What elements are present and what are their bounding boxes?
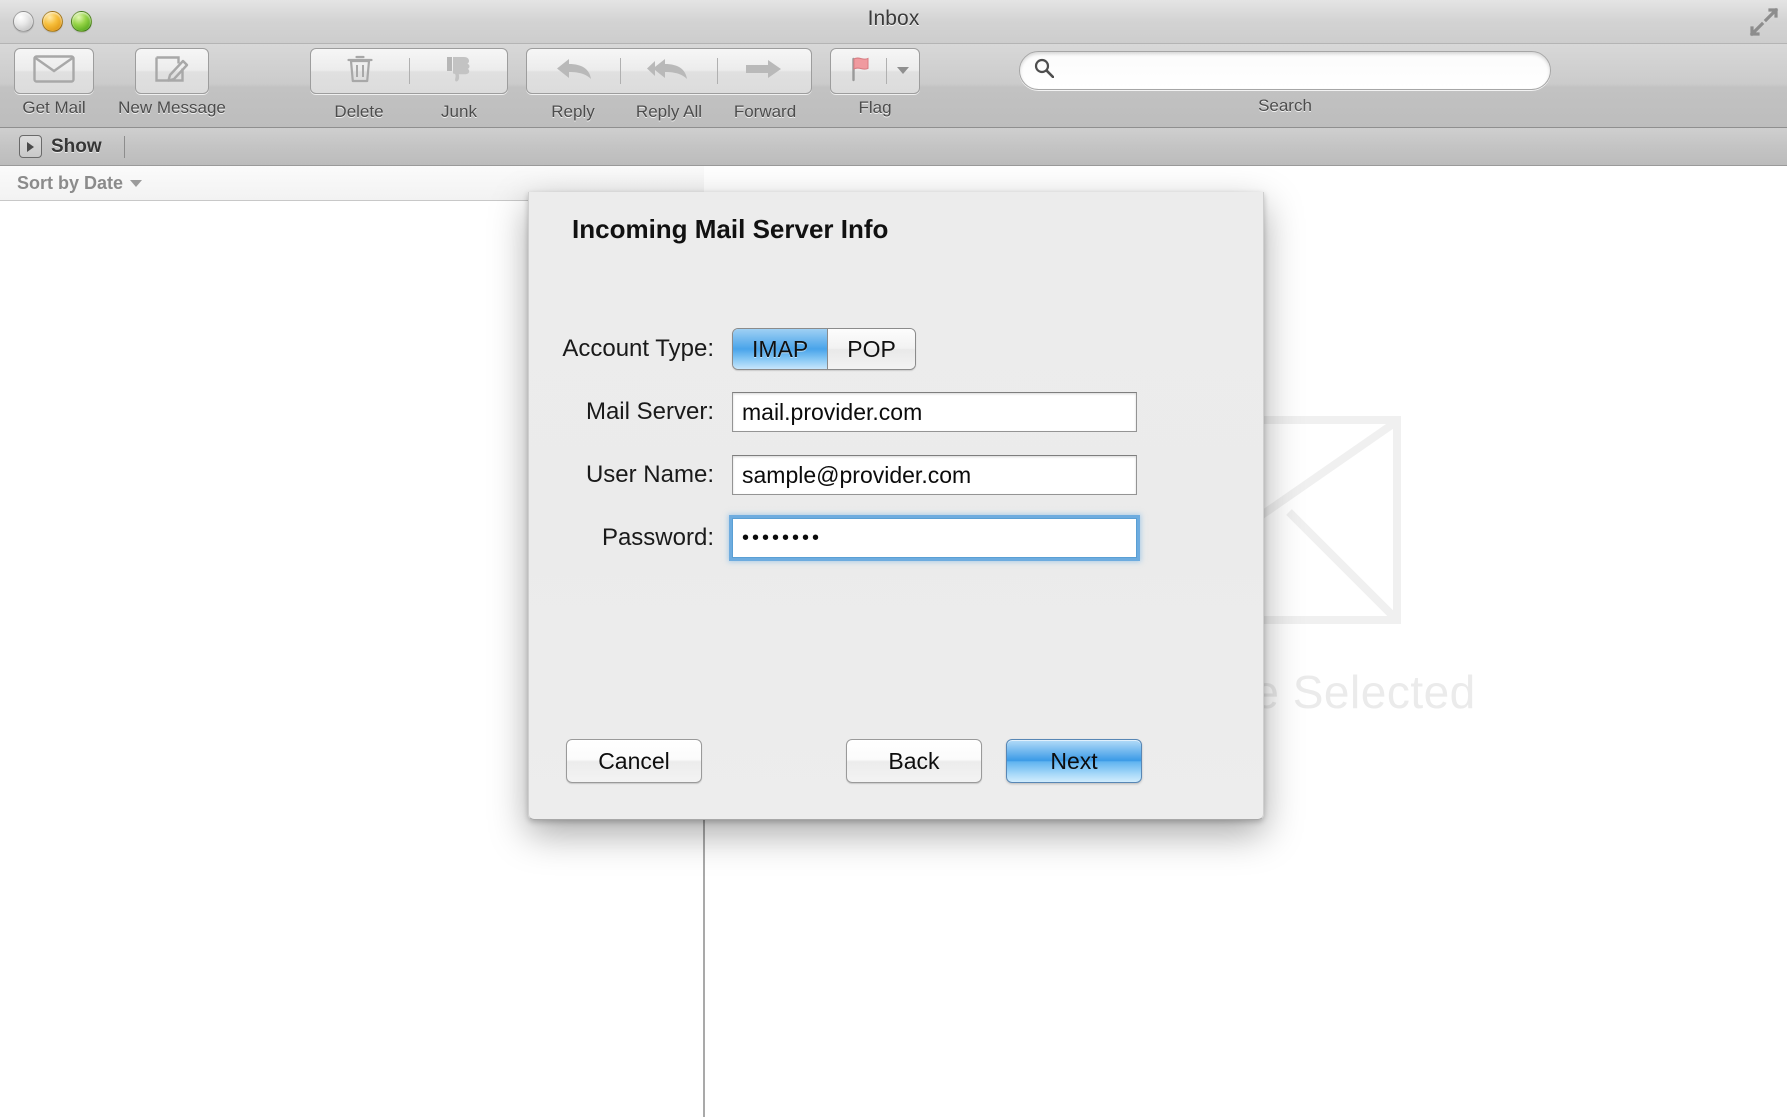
disclosure-triangle-icon [19,135,42,158]
account-type-label: Account Type: [562,335,714,362]
search-field[interactable] [1019,51,1551,90]
search-input[interactable] [1054,60,1550,81]
new-message-label: New Message [118,98,226,117]
toolbar-item-new-message[interactable]: New Message [108,48,236,118]
sort-by-button[interactable]: Sort by Date [17,172,143,194]
flag-label: Flag [858,98,892,117]
search-icon [1034,58,1055,83]
flag-button[interactable] [831,49,886,93]
incoming-mail-server-sheet: Incoming Mail Server Info Account Type: … [528,192,1264,820]
window-titlebar: Inbox [0,0,1787,44]
password-label: Password: [601,524,714,551]
mail-server-row: Mail Server: mail.provider.com [529,385,1265,439]
mail-server-input[interactable]: mail.provider.com [732,392,1137,432]
trash-icon [347,54,373,89]
show-bar: Show [0,128,1787,166]
next-button[interactable]: Next [1006,739,1142,783]
account-type-option-pop[interactable]: POP [827,329,915,369]
new-message-button[interactable] [135,48,209,94]
junk-button[interactable] [410,49,508,93]
back-button[interactable]: Back [846,739,982,783]
show-toggle-button[interactable]: Show [19,135,102,158]
forward-button[interactable] [718,49,811,93]
main-toolbar: Get Mail New Message Delete Junk Reply R… [0,44,1787,128]
user-name-row: User Name: sample@provider.com [529,448,1265,502]
get-mail-button[interactable] [14,48,94,94]
envelope-icon [33,54,75,88]
delete-label: Delete [334,102,384,121]
flag-menu-button[interactable] [887,49,919,93]
reply-arrow-icon [554,56,594,87]
forward-arrow-icon [744,57,784,86]
password-row: Password: •••••••• [529,511,1265,565]
mail-server-form: Account Type: IMAP POP Mail Server: mail… [529,322,1265,574]
toolbar-group-delete-junk: Delete Junk [310,48,508,121]
get-mail-label: Get Mail [22,98,86,117]
account-type-option-imap[interactable]: IMAP [733,329,828,369]
mail-server-label: Mail Server: [585,398,714,425]
window-title: Inbox [867,7,920,30]
thumbs-down-icon [443,54,473,89]
reply-label: Reply [551,102,595,121]
toolbar-group-reply: Reply Reply All Forward [526,48,812,121]
reply-all-button[interactable] [621,49,716,93]
reply-all-label: Reply All [635,102,703,121]
reply-all-arrow-icon [645,56,693,87]
toolbar-item-get-mail[interactable]: Get Mail [14,48,94,118]
show-label: Show [51,135,102,157]
password-input[interactable]: •••••••• [732,518,1137,558]
showbar-divider [123,135,125,158]
cancel-button[interactable]: Cancel [566,739,702,783]
mail-window: Inbox Get Mail New Message Delete Junk R… [0,0,1787,1117]
toolbar-item-flag[interactable]: Flag [830,48,920,118]
chevron-down-icon [896,62,910,80]
account-type-segmented-control[interactable]: IMAP POP [732,328,916,370]
account-type-row: Account Type: IMAP POP [529,322,1265,376]
junk-label: Junk [441,102,477,121]
user-name-input[interactable]: sample@provider.com [732,455,1137,495]
search-caption: Search [1258,96,1312,115]
password-dots: •••••••• [742,526,823,549]
flag-icon [844,54,874,89]
user-name-label: User Name: [585,461,714,488]
forward-label: Forward [733,102,797,121]
compose-pencil-icon [154,53,190,90]
delete-button[interactable] [311,49,409,93]
sort-by-label: Sort by Date [17,172,124,193]
fullscreen-arrows-icon[interactable] [1749,7,1779,37]
chevron-down-icon [130,179,143,187]
sheet-button-bar: Cancel Back Next [529,739,1265,783]
reply-button[interactable] [527,49,620,93]
sheet-title: Incoming Mail Server Info [572,214,889,244]
